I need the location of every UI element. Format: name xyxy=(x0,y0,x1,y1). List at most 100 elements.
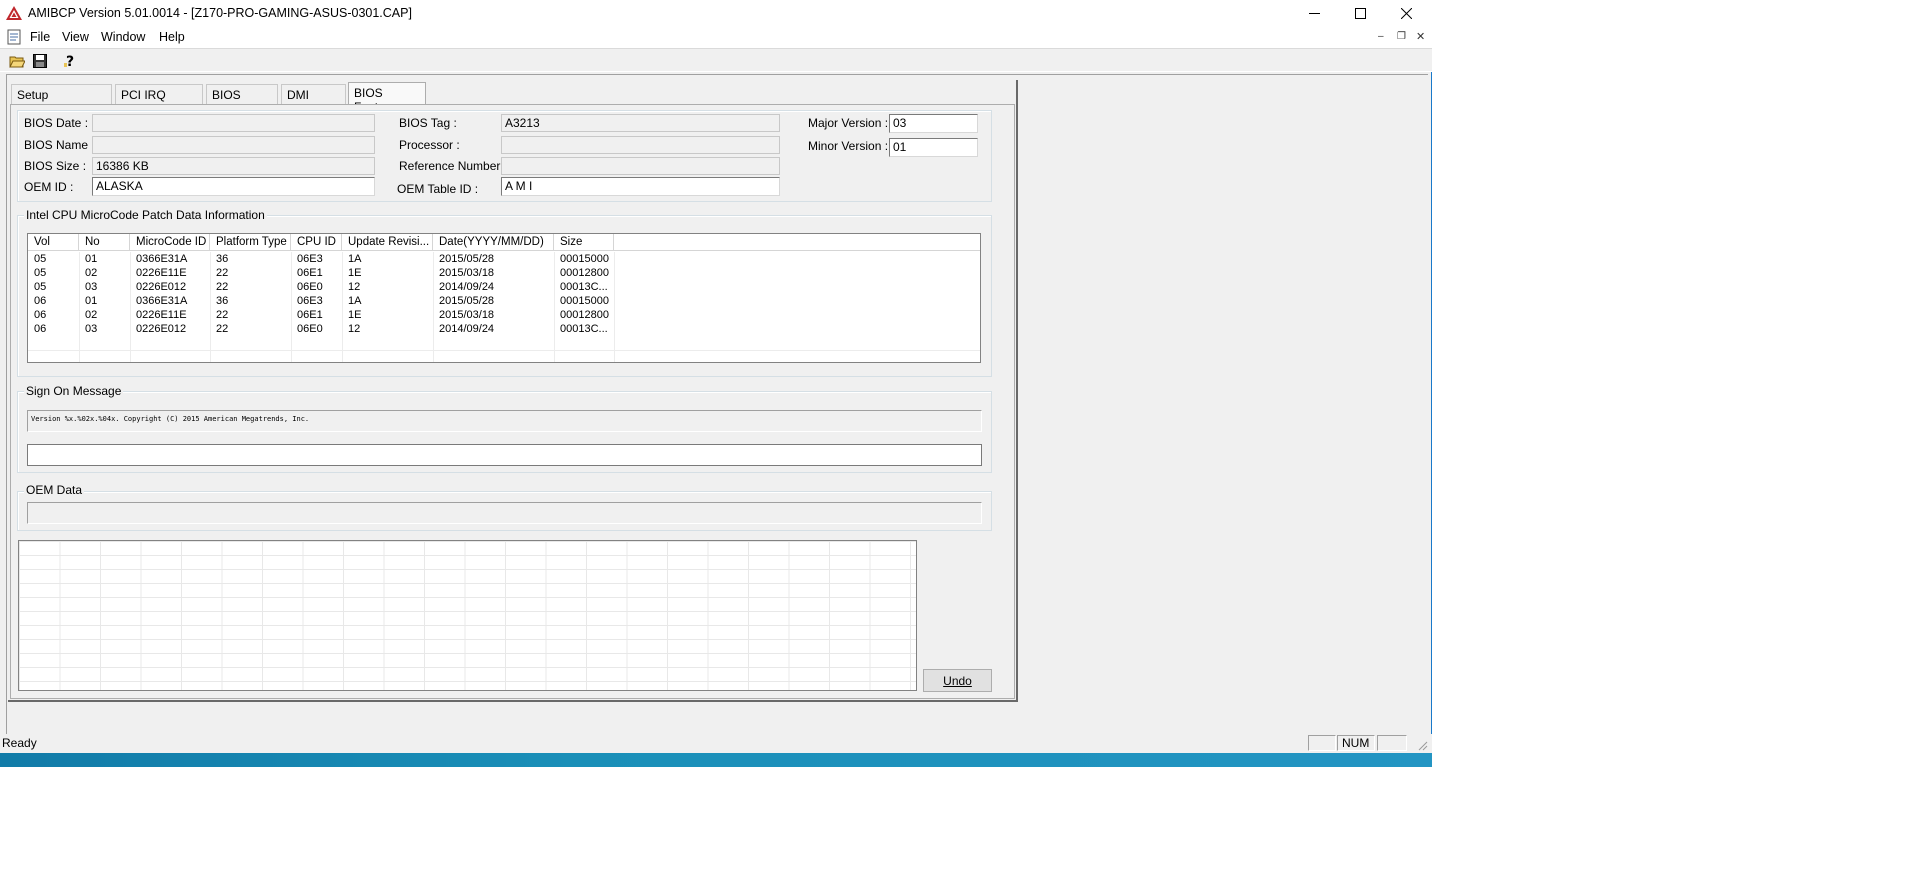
column-header-update-revision[interactable]: Update Revisi... xyxy=(342,234,433,251)
bios-date-label: BIOS Date : xyxy=(24,116,89,130)
menu-file[interactable]: File xyxy=(30,30,50,44)
menu-view[interactable]: View xyxy=(62,30,89,44)
column-header-platform-type[interactable]: Platform Type xyxy=(210,234,291,251)
amibcp-logo-icon xyxy=(6,6,22,20)
column-header-vol[interactable]: Vol xyxy=(28,234,79,251)
tab-bios-features[interactable]: BIOS Features xyxy=(348,82,426,114)
column-header-size[interactable]: Size xyxy=(554,234,614,251)
table-cell: 22 xyxy=(216,267,229,279)
bios-size-field: 16386 KB xyxy=(92,157,375,175)
table-cell: 2014/09/24 xyxy=(439,281,495,293)
table-row[interactable]: 05 01 0366E31A 36 06E3 1A 2015/05/28 00015000 xyxy=(28,253,980,267)
minimize-button[interactable] xyxy=(1291,0,1337,26)
table-cell: 06E0 xyxy=(297,323,323,335)
table-cell: 0366E31A xyxy=(136,295,188,307)
close-button[interactable] xyxy=(1383,0,1429,26)
column-header-no[interactable]: No xyxy=(79,234,130,251)
table-cell: 01 xyxy=(85,295,98,307)
help-button[interactable]: ? xyxy=(60,52,80,70)
minor-version-input[interactable]: 01 xyxy=(889,138,978,157)
menu-window[interactable]: Window xyxy=(101,30,145,44)
help-question-icon: ? xyxy=(64,54,74,69)
status-panel-caps xyxy=(1308,735,1336,751)
table-cell: 0226E11E xyxy=(136,309,187,321)
table-cell: 22 xyxy=(216,323,229,335)
table-cell: 0366E31A xyxy=(136,253,188,265)
sign-on-group-title: Sign On Message xyxy=(24,384,124,398)
table-cell: 2015/05/28 xyxy=(439,295,495,307)
table-cell: 2015/03/18 xyxy=(439,267,495,279)
status-panel-scroll xyxy=(1377,735,1407,751)
bios-tag-field: A3213 xyxy=(501,114,780,132)
taskbar-strip xyxy=(0,753,1432,767)
tab-bios-strings[interactable]: BIOS Strings xyxy=(206,84,278,116)
sign-on-message-input[interactable] xyxy=(27,444,982,466)
table-cell: 36 xyxy=(216,295,229,307)
tab-dmi-tables[interactable]: DMI Tables xyxy=(281,84,346,116)
oem-data-field xyxy=(27,502,982,524)
save-button[interactable] xyxy=(30,52,50,70)
table-cell: 05 xyxy=(34,267,47,279)
table-cell: 22 xyxy=(216,309,229,321)
title-bar: AMIBCP Version 5.01.0014 - [Z170-PRO-GAM… xyxy=(0,0,1432,26)
reference-number-field xyxy=(501,157,780,175)
column-header-microcode-id[interactable]: MicroCode ID xyxy=(130,234,210,251)
table-cell: 12 xyxy=(348,323,361,335)
table-cell: 00013C... xyxy=(560,323,608,335)
child-restore-icon[interactable]: ❐ xyxy=(1397,31,1406,42)
table-cell: 06E3 xyxy=(297,295,323,307)
table-row[interactable]: 06 01 0366E31A 36 06E3 1A 2015/05/28 00015000 xyxy=(28,295,980,309)
table-cell: 06 xyxy=(34,309,47,321)
table-cell: 06E1 xyxy=(297,309,323,321)
table-row[interactable]: 05 03 0226E012 22 06E0 12 2014/09/24 00013C... xyxy=(28,281,980,295)
table-cell: 1E xyxy=(348,309,362,321)
table-cell: 2014/09/24 xyxy=(439,323,495,335)
resize-grip-icon[interactable] xyxy=(1416,739,1428,751)
oem-id-input[interactable]: ALASKA xyxy=(92,177,375,196)
table-cell: 06E1 xyxy=(297,267,323,279)
child-close-icon[interactable]: ✕ xyxy=(1416,30,1425,43)
document-icon[interactable] xyxy=(6,29,22,45)
table-cell: 0226E012 xyxy=(136,323,187,335)
tab-setup-configuration[interactable]: Setup Configuration xyxy=(11,84,112,116)
major-version-label: Major Version : xyxy=(808,116,889,130)
oem-table-id-input[interactable]: A M I xyxy=(501,177,780,196)
table-cell: 00015000 xyxy=(560,253,609,265)
oem-data-group-title: OEM Data xyxy=(24,483,85,497)
column-header-date[interactable]: Date(YYYY/MM/DD) xyxy=(433,234,554,251)
data-grid-area[interactable] xyxy=(18,540,917,691)
table-row[interactable]: 05 02 0226E11E 22 06E1 1E 2015/03/18 00012800 xyxy=(28,267,980,281)
menu-bar: File View Window Help – ❐ ✕ xyxy=(0,26,1432,48)
column-header-cpu-id[interactable]: CPU ID xyxy=(291,234,342,251)
table-cell: 03 xyxy=(85,281,98,293)
reference-number-label: Reference Number : xyxy=(399,159,508,173)
table-cell: 36 xyxy=(216,253,229,265)
tab-pci-irq-routing[interactable]: PCI IRQ Routing xyxy=(115,84,203,116)
table-cell: 2015/05/28 xyxy=(439,253,495,265)
table-cell: 00012800 xyxy=(560,309,609,321)
table-cell: 1E xyxy=(348,267,362,279)
app-window: AMIBCP Version 5.01.0014 - [Z170-PRO-GAM… xyxy=(0,0,1432,767)
menu-help[interactable]: Help xyxy=(159,30,185,44)
row-divider xyxy=(28,350,980,351)
major-version-input[interactable]: 03 xyxy=(889,114,978,133)
open-button[interactable] xyxy=(7,52,27,70)
child-minimize-icon[interactable]: – xyxy=(1378,31,1384,42)
maximize-button[interactable] xyxy=(1337,0,1383,26)
table-row[interactable]: 06 03 0226E012 22 06E0 12 2014/09/24 00013C... xyxy=(28,323,980,337)
undo-button[interactable]: Undo xyxy=(923,669,992,692)
bios-date-field xyxy=(92,114,375,132)
table-cell: 0226E012 xyxy=(136,281,187,293)
table-cell: 06E0 xyxy=(297,281,323,293)
table-cell: 06E3 xyxy=(297,253,323,265)
processor-label: Processor : xyxy=(399,138,460,152)
table-cell: 01 xyxy=(85,253,98,265)
oem-table-id-label: OEM Table ID : xyxy=(397,182,479,196)
table-cell: 12 xyxy=(348,281,361,293)
microcode-table[interactable]: Vol No MicroCode ID Platform Type CPU ID… xyxy=(27,233,981,363)
close-icon xyxy=(1400,7,1412,19)
svg-text:?: ? xyxy=(66,54,74,69)
table-row[interactable]: 06 02 0226E11E 22 06E1 1E 2015/03/18 00012800 xyxy=(28,309,980,323)
status-text: Ready xyxy=(2,736,37,750)
save-disk-icon xyxy=(33,54,47,68)
